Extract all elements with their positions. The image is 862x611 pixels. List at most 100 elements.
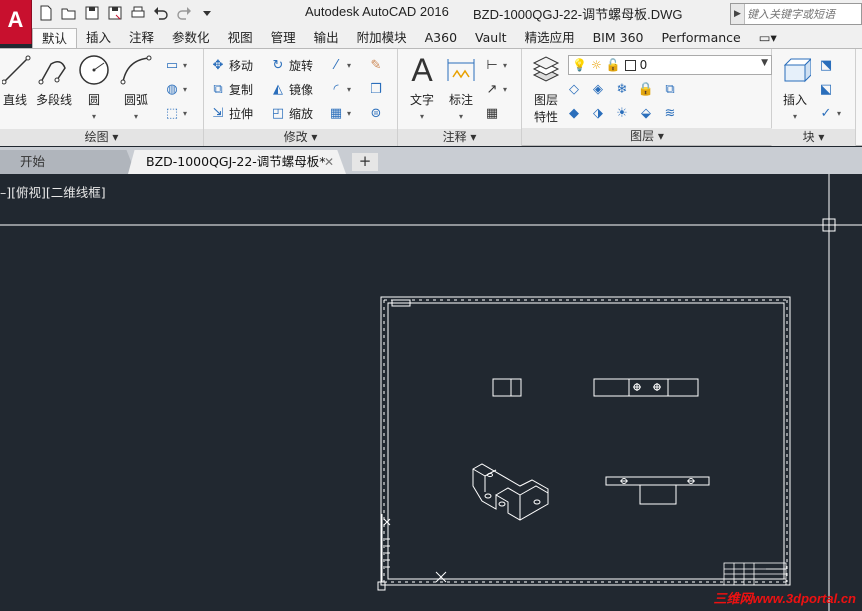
tab-performance[interactable]: Performance bbox=[653, 28, 750, 48]
table-button[interactable]: ▦ bbox=[484, 103, 500, 123]
part-view-isometric bbox=[472, 463, 549, 521]
application-menu-button[interactable]: A bbox=[0, 0, 32, 44]
arc-button[interactable]: 圆弧 ▾ bbox=[116, 53, 156, 122]
layers-panel-title[interactable]: 图层 ▾ bbox=[522, 128, 772, 145]
undo-icon[interactable] bbox=[151, 4, 171, 22]
tab-view[interactable]: 视图 bbox=[219, 28, 262, 48]
layer-lock-tool-icon[interactable]: 🔒 bbox=[638, 81, 654, 97]
insert-block-label: 插入 bbox=[782, 93, 807, 107]
tab-manage[interactable]: 管理 bbox=[262, 28, 305, 48]
leader-button[interactable]: ↗ ▾ bbox=[484, 79, 507, 99]
copy-icon: ⧉ bbox=[213, 81, 223, 97]
erase-button[interactable]: ✎ bbox=[368, 55, 384, 75]
move-label: 移动 bbox=[229, 58, 254, 73]
line-button[interactable]: 直线 bbox=[0, 53, 31, 108]
rectangle-button[interactable]: ▭ ▾ bbox=[164, 55, 187, 75]
scale-button[interactable]: ◰ 缩放 bbox=[270, 103, 313, 123]
polyline-button[interactable]: 多段线 bbox=[34, 53, 74, 108]
quick-access-toolbar bbox=[36, 4, 217, 22]
edit-block-button[interactable]: ⬕ bbox=[818, 79, 834, 99]
layer-on-icon[interactable]: 💡 bbox=[572, 58, 587, 72]
stretch-button[interactable]: ⇲ 拉伸 bbox=[210, 103, 253, 123]
draw-panel: 直线 多段线 圆 ▾ 圆弧 ▾ ▭ ▾ ◍ ▾ ⬚ ▾ 绘图 ▾ bbox=[0, 49, 204, 146]
annotation-panel-title[interactable]: 注释 ▾ bbox=[398, 129, 521, 146]
array-button[interactable]: ▦ ▾ bbox=[328, 103, 351, 123]
save-as-icon[interactable] bbox=[105, 4, 125, 22]
layer-off-icon[interactable]: ◇ bbox=[566, 81, 582, 97]
layer-properties-label-2: 特性 bbox=[533, 110, 558, 124]
save-icon[interactable] bbox=[82, 4, 102, 22]
insert-block-button[interactable]: 插入 ▾ bbox=[776, 53, 814, 122]
layer-isolate-icon[interactable]: ◈ bbox=[590, 81, 606, 97]
rotate-icon: ↻ bbox=[272, 57, 284, 73]
move-icon: ✥ bbox=[212, 57, 224, 73]
tab-a360[interactable]: A360 bbox=[416, 28, 466, 48]
layer-thaw-icon[interactable]: ☀ bbox=[614, 105, 630, 121]
hatch-button[interactable]: ◍ ▾ bbox=[164, 79, 187, 99]
layer-dropdown[interactable]: 💡 ☼ 🔓 0 ▼ bbox=[568, 55, 772, 75]
plot-icon[interactable] bbox=[128, 4, 148, 22]
text-button[interactable]: A 文字 ▾ bbox=[402, 51, 442, 122]
layer-on-tool-icon[interactable]: ◆ bbox=[566, 105, 582, 121]
create-block-icon: ⬔ bbox=[819, 57, 833, 73]
block-attribute-icon: ✓ bbox=[820, 105, 832, 121]
mirror-button[interactable]: ◭ 镜像 bbox=[270, 79, 313, 99]
layer-freeze-icon[interactable]: ☼ bbox=[591, 58, 602, 72]
redo-icon[interactable] bbox=[174, 4, 194, 22]
tab-addins[interactable]: 附加模块 bbox=[348, 28, 416, 48]
tab-annotate[interactable]: 注释 bbox=[120, 28, 163, 48]
dimension-button[interactable]: 标注 ▾ bbox=[444, 53, 478, 122]
block-panel-title[interactable]: 块 ▾ bbox=[772, 129, 855, 146]
boundary-button[interactable]: ⬚ ▾ bbox=[164, 103, 187, 123]
leader-icon: ↗ bbox=[486, 81, 498, 97]
circle-button[interactable]: 圆 ▾ bbox=[76, 53, 112, 122]
linear-dim-button[interactable]: ⊢ ▾ bbox=[484, 55, 507, 75]
part-view-small-block bbox=[492, 378, 522, 397]
tab-insert[interactable]: 插入 bbox=[77, 28, 120, 48]
move-button[interactable]: ✥ 移动 bbox=[210, 55, 253, 75]
layer-properties-label-1: 图层 bbox=[533, 93, 558, 107]
new-tab-button[interactable]: + bbox=[352, 153, 378, 171]
search-input[interactable] bbox=[747, 5, 861, 23]
layer-copy-icon[interactable]: ⧉ bbox=[662, 81, 678, 97]
polyline-icon bbox=[37, 53, 71, 87]
draw-panel-title[interactable]: 绘图 ▾ bbox=[0, 129, 203, 146]
ribbon: 直线 多段线 圆 ▾ 圆弧 ▾ ▭ ▾ ◍ ▾ ⬚ ▾ 绘图 ▾ ✥ 移动 ↻ 旋转 ⁄ ▾ ✎… bbox=[0, 48, 862, 146]
block-attribute-button[interactable]: ✓ ▾ bbox=[818, 103, 841, 123]
qat-dropdown-icon[interactable] bbox=[197, 4, 217, 22]
fillet-button[interactable]: ◜ ▾ bbox=[328, 79, 351, 99]
close-tab-icon[interactable]: ✕ bbox=[324, 150, 334, 174]
layer-freeze-tool-icon[interactable]: ❄ bbox=[614, 81, 630, 97]
tab-output[interactable]: 输出 bbox=[305, 28, 348, 48]
modify-panel-title[interactable]: 修改 ▾ bbox=[204, 129, 397, 146]
rectangle-icon: ▭ bbox=[165, 57, 179, 73]
start-tab[interactable]: 开始 bbox=[0, 150, 136, 174]
open-icon[interactable] bbox=[59, 4, 79, 22]
layer-unlock-icon[interactable]: ⬙ bbox=[638, 105, 654, 121]
drawing-canvas[interactable]: –][俯视][二维线框] 三维网www.3dportal.cn bbox=[0, 174, 862, 611]
tab-default[interactable]: 默认 bbox=[32, 28, 78, 48]
tab-bim360[interactable]: BIM 360 bbox=[584, 28, 653, 48]
modify-panel: ✥ 移动 ↻ 旋转 ⁄ ▾ ✎ ⧉ 复制 ◭ 镜像 ◜ ▾ ❒ ⇲ 拉伸 ◰ 缩放 ▦ ▾ ⊜ 修… bbox=[204, 49, 398, 146]
create-block-button[interactable]: ⬔ bbox=[818, 55, 834, 75]
tab-vault[interactable]: Vault bbox=[466, 28, 516, 48]
copy-button[interactable]: ⧉ 复制 bbox=[210, 79, 253, 99]
ribbon-minimize-toggle[interactable]: ▭▾ bbox=[750, 28, 786, 48]
new-icon[interactable] bbox=[36, 4, 56, 22]
layer-properties-button[interactable]: 图层 特性 bbox=[526, 53, 566, 125]
layer-match-icon[interactable]: ⬗ bbox=[590, 105, 606, 121]
trim-button[interactable]: ⁄ ▾ bbox=[328, 55, 351, 75]
array-icon: ▦ bbox=[329, 105, 343, 121]
rotate-button[interactable]: ↻ 旋转 bbox=[270, 55, 313, 75]
offset-button[interactable]: ⊜ bbox=[368, 103, 384, 123]
search-expand-icon[interactable]: ▶ bbox=[731, 4, 745, 24]
tab-parametric[interactable]: 参数化 bbox=[163, 28, 219, 48]
tab-featured-apps[interactable]: 精选应用 bbox=[516, 28, 584, 48]
insert-block-icon bbox=[778, 53, 812, 87]
text-icon: A bbox=[411, 51, 433, 88]
active-file-tab[interactable]: BZD-1000QGJ-22-调节螺母板* ✕ bbox=[128, 150, 346, 174]
explode-button[interactable]: ❒ bbox=[368, 79, 384, 99]
polyline-label: 多段线 bbox=[35, 93, 72, 107]
layer-walk-icon[interactable]: ≋ bbox=[662, 105, 678, 121]
layer-lock-icon[interactable]: 🔓 bbox=[606, 58, 621, 72]
